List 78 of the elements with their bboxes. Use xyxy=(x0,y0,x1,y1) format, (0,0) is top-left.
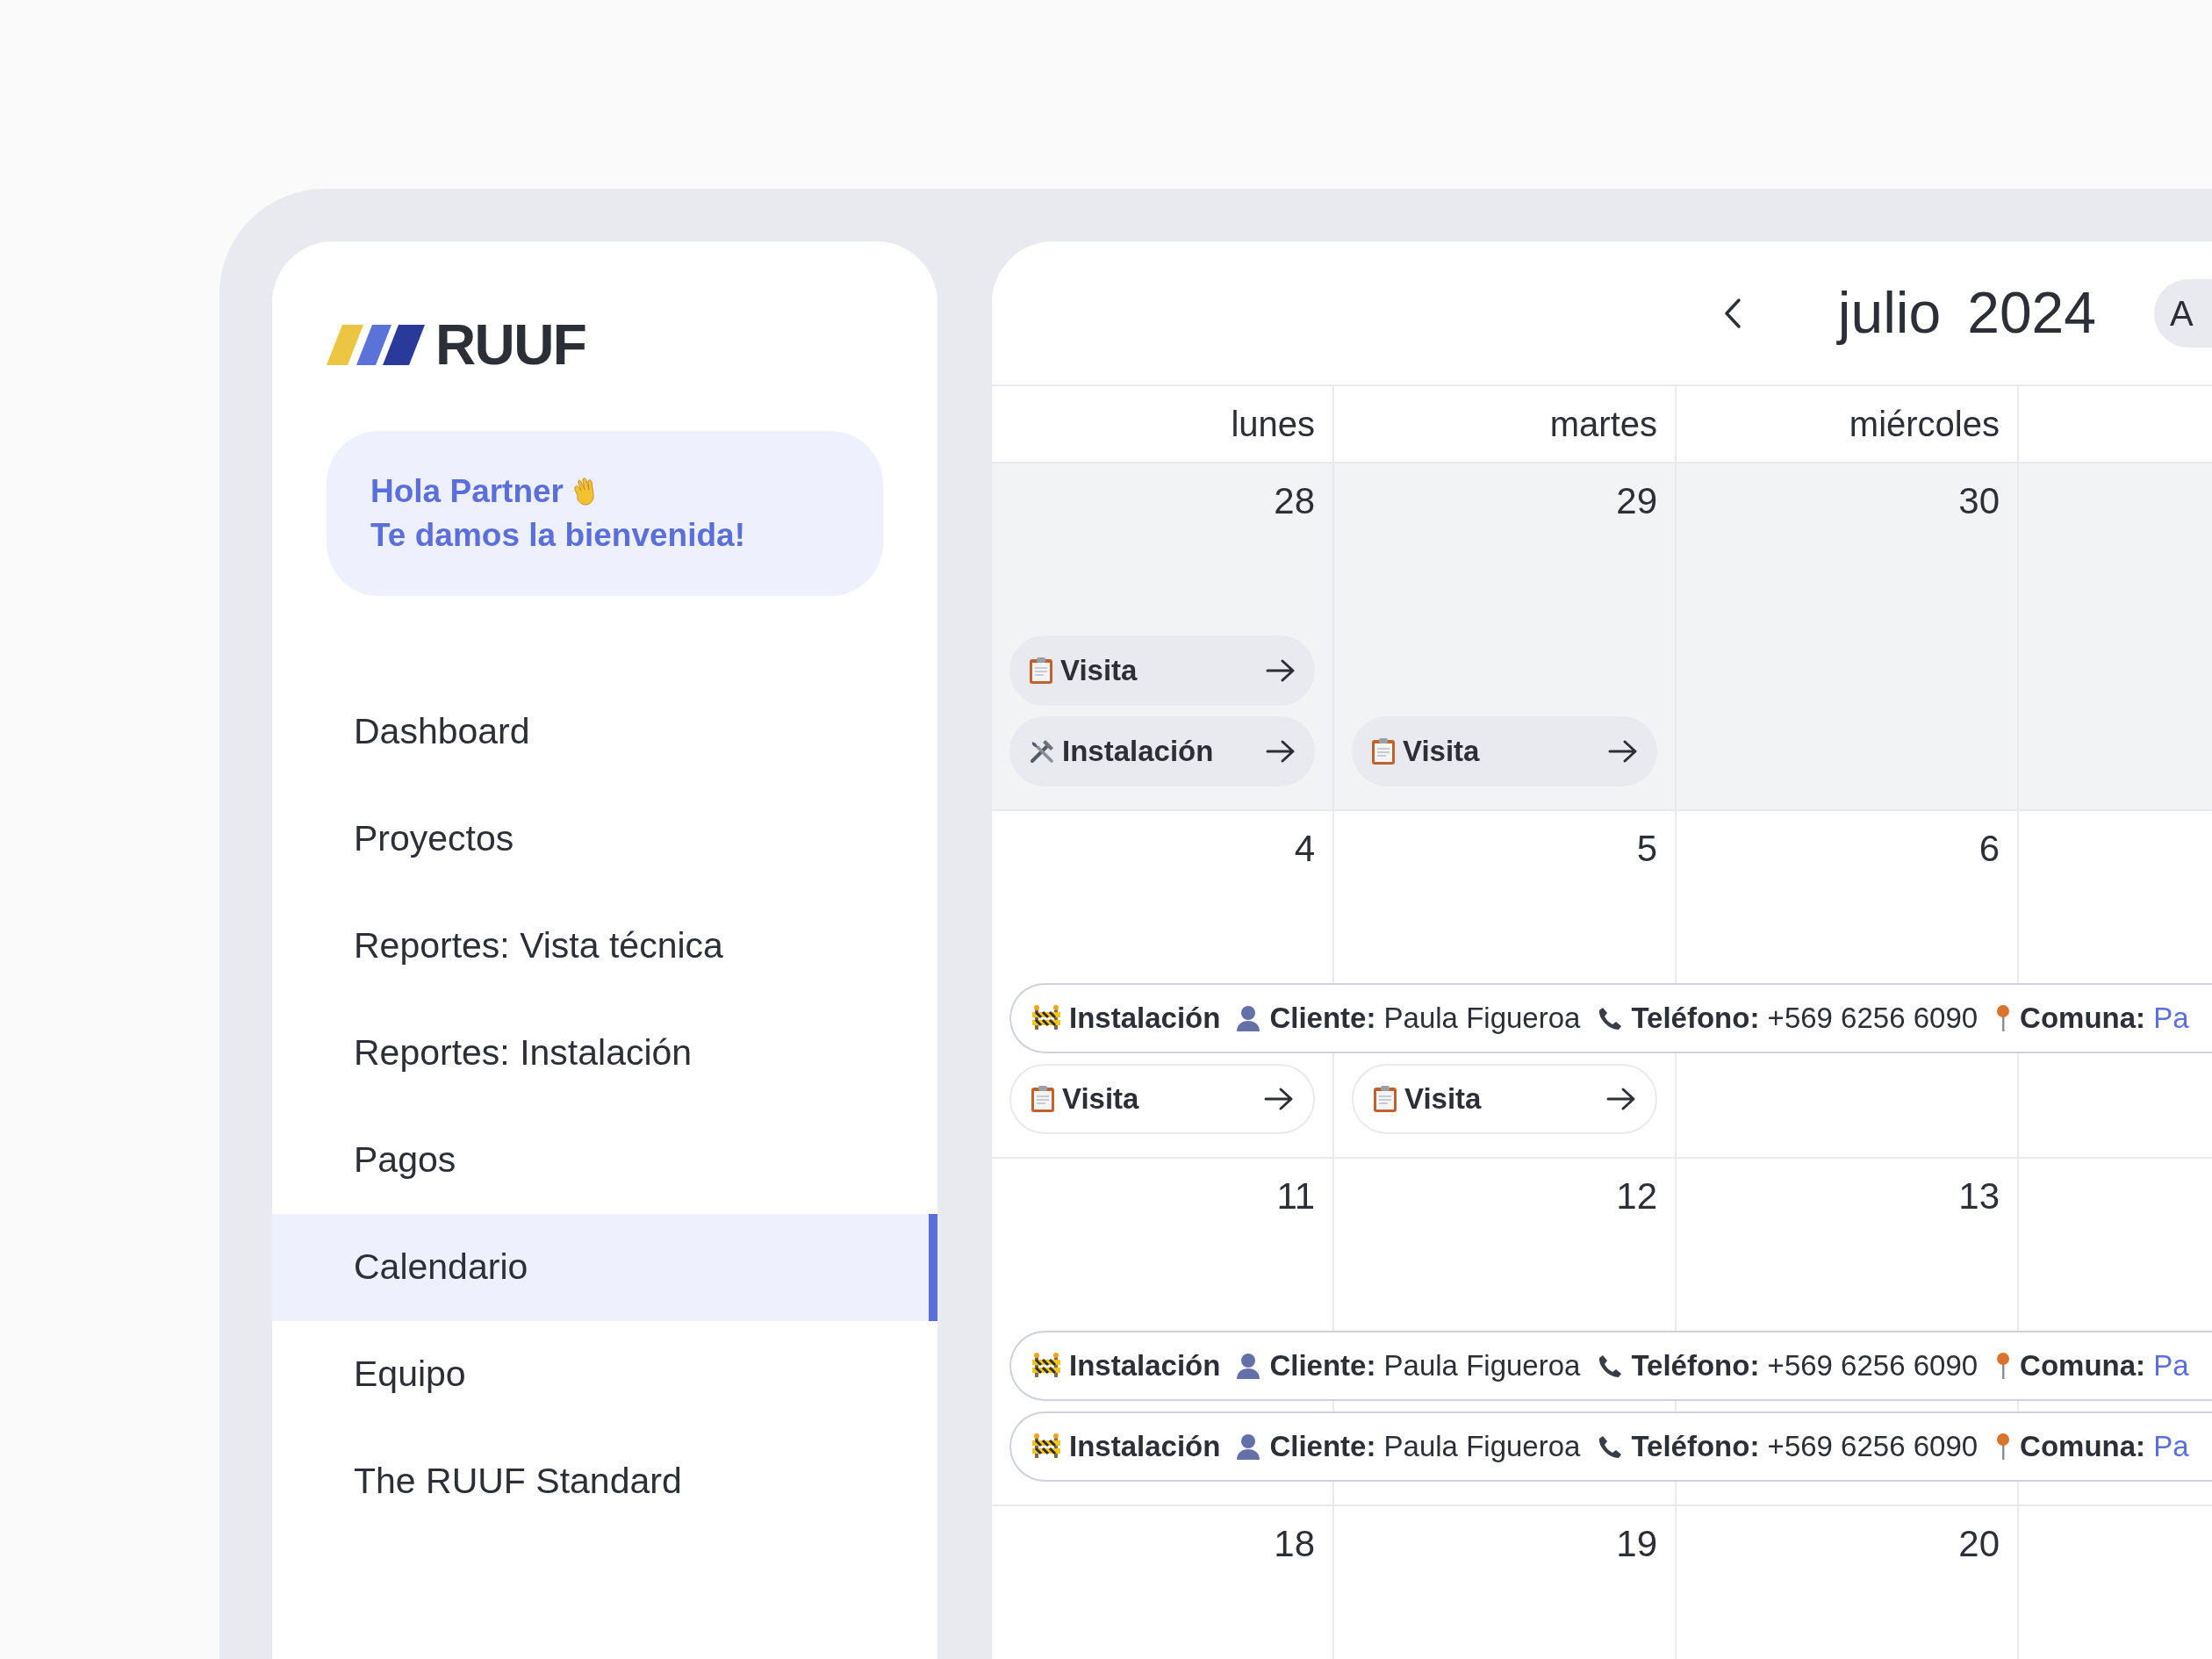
person-icon xyxy=(1236,1353,1261,1379)
event-label: Instalación xyxy=(1069,1348,1221,1384)
day-number: 12 xyxy=(1616,1178,1657,1215)
event-detail: Comuna: Pa xyxy=(2020,1001,2189,1037)
event-pill[interactable]: Instalación Cliente: Paula Figueroa Teléfono: +569 6256 6090 Comuna: Pa xyxy=(1009,1411,2212,1482)
nav-item[interactable]: Pagos xyxy=(272,1107,937,1214)
arrow-right-icon xyxy=(1264,1087,1294,1111)
person-icon xyxy=(1236,1005,1261,1031)
day-number: 19 xyxy=(1616,1526,1657,1562)
day-number: 5 xyxy=(1636,830,1657,867)
event-label: Instalación xyxy=(1062,734,1215,770)
event-label: Visita xyxy=(1060,653,1138,689)
pin-icon xyxy=(1995,1433,2012,1461)
weekday-header: lunes xyxy=(992,386,1334,462)
tools-icon xyxy=(1029,738,1055,765)
weekday-header: martes xyxy=(1334,386,1677,462)
day-number: 28 xyxy=(1274,483,1315,520)
nav-item[interactable]: Reportes: Instalación xyxy=(272,1000,937,1107)
event-detail: Comuna: Pa xyxy=(2020,1348,2189,1384)
clipboard-icon xyxy=(1371,737,1396,765)
clipboard-icon xyxy=(1373,1085,1397,1113)
event-label: Visita xyxy=(1062,1081,1140,1117)
nav-item[interactable]: Calendario xyxy=(272,1214,937,1321)
event-label: Instalación xyxy=(1069,1429,1221,1465)
day-number: 11 xyxy=(1276,1178,1315,1215)
nav-item[interactable]: The RUUF Standard xyxy=(272,1428,937,1535)
day-number: 30 xyxy=(1958,483,2000,520)
arrow-right-icon xyxy=(1266,739,1296,764)
event-pill[interactable]: Instalación Cliente: Paula Figueroa Teléfono: +569 6256 6090 Comuna: Pa xyxy=(1009,1331,2212,1401)
day-number: 18 xyxy=(1274,1526,1315,1562)
day-number: 4 xyxy=(1294,830,1315,867)
day-number: 20 xyxy=(1958,1526,2000,1562)
clipboard-icon xyxy=(1029,657,1053,685)
chevron-left-icon xyxy=(1722,297,1742,329)
weekday-header: miércoles xyxy=(1677,386,2019,462)
barrier-icon xyxy=(1032,1353,1060,1379)
year-label: 2024 xyxy=(1967,279,2096,347)
arrow-right-icon xyxy=(1266,658,1296,683)
event-pill[interactable]: Visita xyxy=(1009,636,1315,706)
event-label: Visita xyxy=(1403,734,1481,770)
phone-icon xyxy=(1598,1354,1623,1378)
pin-icon xyxy=(1995,1004,2012,1032)
clipboard-icon xyxy=(1031,1085,1055,1113)
logo-text: RUUF xyxy=(435,317,586,373)
event-detail: Cliente: Paula Figueroa xyxy=(1269,1429,1581,1465)
event-label: Instalación xyxy=(1069,1001,1221,1037)
event-detail: Comuna: Pa xyxy=(2020,1429,2189,1465)
event-detail: Teléfono: +569 6256 6090 xyxy=(1631,1001,1979,1037)
day-number: 13 xyxy=(1958,1178,2000,1215)
nav-item[interactable]: Equipo xyxy=(272,1321,937,1428)
person-icon xyxy=(1236,1433,1261,1460)
arrow-right-icon xyxy=(1608,739,1638,764)
event-pill[interactable]: Instalación xyxy=(1009,716,1315,786)
day-number: 6 xyxy=(1979,830,2000,867)
nav-item[interactable]: Proyectos xyxy=(272,786,937,893)
greeting-text: Te damos la bienvenida! xyxy=(370,516,746,555)
nav-item[interactable]: Reportes: Vista técnica xyxy=(272,893,937,1000)
event-detail: Teléfono: +569 6256 6090 xyxy=(1631,1429,1979,1465)
event-label: Visita xyxy=(1404,1081,1483,1117)
phone-icon xyxy=(1598,1006,1623,1031)
phone-icon xyxy=(1598,1434,1623,1459)
event-pill[interactable]: Visita xyxy=(1352,1064,1657,1134)
event-pill[interactable]: Visita xyxy=(1352,716,1657,786)
barrier-icon xyxy=(1032,1433,1060,1460)
event-pill[interactable]: Visita xyxy=(1009,1064,1315,1134)
event-detail: Cliente: Paula Figueroa xyxy=(1269,1348,1581,1384)
today-button[interactable]: A xyxy=(2154,278,2212,348)
arrow-right-icon xyxy=(1606,1087,1636,1111)
event-detail: Teléfono: +569 6256 6090 xyxy=(1631,1348,1979,1384)
event-pill[interactable]: Instalación Cliente: Paula Figueroa Teléfono: +569 6256 6090 Comuna: Pa xyxy=(1009,983,2212,1053)
barrier-icon xyxy=(1032,1005,1060,1031)
greeting-text: Hola Partner xyxy=(370,471,564,511)
logo-mark-icon xyxy=(327,325,425,365)
day-number: 29 xyxy=(1616,483,1657,520)
event-detail: Cliente: Paula Figueroa xyxy=(1269,1001,1581,1037)
month-label: julio xyxy=(1837,279,1942,347)
nav-item[interactable]: Dashboard xyxy=(272,679,937,786)
pin-icon xyxy=(1995,1352,2012,1380)
